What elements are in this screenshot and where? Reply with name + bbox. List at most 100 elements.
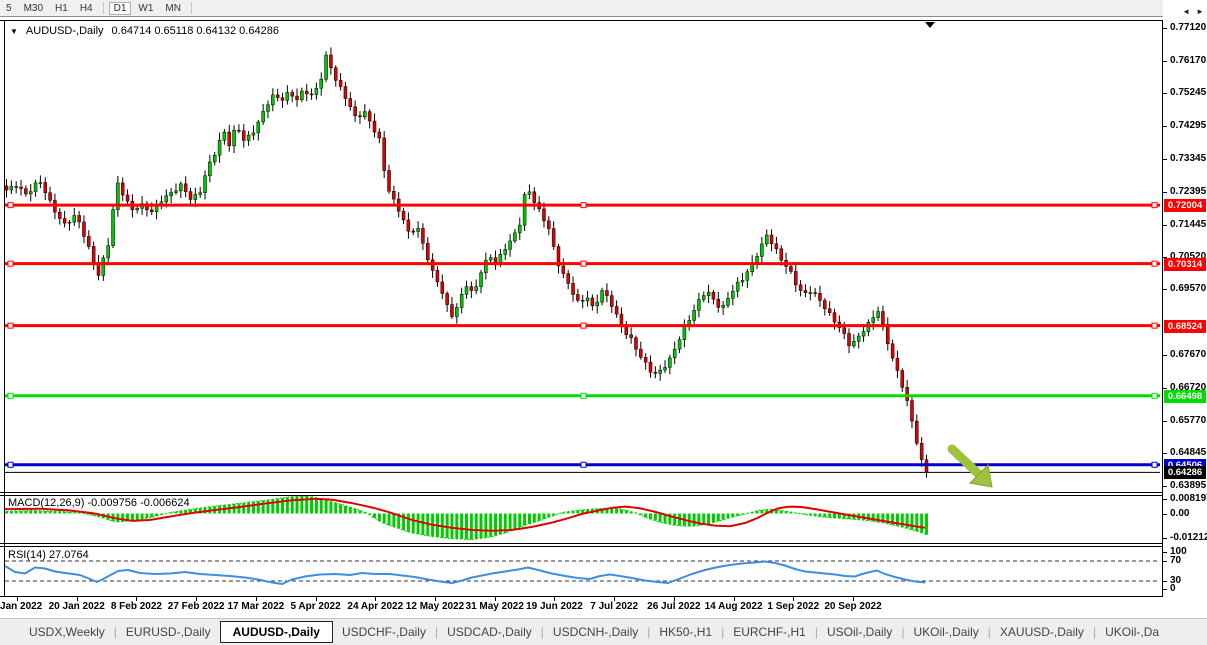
- date-label: 8 Feb 2022: [111, 601, 162, 612]
- price-tick-label: 0.72395: [1170, 186, 1206, 197]
- toolbar-separator: [103, 2, 104, 14]
- macd-label: MACD(12,26,9) -0.009756 -0.006624: [8, 497, 190, 509]
- date-label: 7 Jul 2022: [590, 601, 638, 612]
- rsi-tick-label: 70: [1170, 555, 1181, 566]
- timeframe-button-m30[interactable]: M30: [19, 2, 48, 15]
- price-tick-label: 0.73345: [1170, 153, 1206, 164]
- date-label: 12 May 2022: [406, 601, 464, 612]
- price-tick-label: 0.76170: [1170, 55, 1206, 66]
- axis-tick: [1163, 159, 1167, 160]
- axis-tick: [1163, 289, 1167, 290]
- chart-tab-usdchf-daily[interactable]: USDCHF-,Daily: [333, 622, 435, 642]
- timeframe-toolbar: 5M30H1H4 D1W1MN: [0, 0, 1207, 17]
- chart-tab-usdx-weekly[interactable]: USDX,Weekly: [20, 622, 114, 642]
- symbol-title: AUDUSD-,Daily: [26, 25, 104, 37]
- chart-tab-usdcad-daily[interactable]: USDCAD-,Daily: [438, 622, 541, 642]
- chart-tab-hk50-h1[interactable]: HK50-,H1: [650, 622, 721, 642]
- tab-scroll-left-icon[interactable]: ◄: [1182, 7, 1190, 16]
- level-price-label: 0.72004: [1164, 199, 1206, 212]
- date-label: 2 Jan 2022: [0, 601, 42, 612]
- axis-tick: [1163, 225, 1167, 226]
- axis-tick: [1163, 561, 1167, 562]
- date-label: 31 May 2022: [466, 601, 524, 612]
- price-tick-label: 0.65770: [1170, 415, 1206, 426]
- date-label: 26 Jul 2022: [647, 601, 700, 612]
- chart-title-row: ▼ AUDUSD-,Daily 0.64714 0.65118 0.64132 …: [10, 25, 279, 37]
- ohlc-values: 0.64714 0.65118 0.64132 0.64286: [112, 25, 279, 37]
- hline-0.68524[interactable]: [5, 323, 1160, 328]
- chart-tab-usoil-daily[interactable]: USOil-,Daily: [818, 622, 901, 642]
- chart-tab-usdcnh-daily[interactable]: USDCNH-,Daily: [544, 622, 647, 642]
- date-label: 1 Sep 2022: [767, 601, 819, 612]
- rsi-tick-label: 0: [1170, 583, 1176, 594]
- macd-tick-label: 0.008197: [1170, 493, 1207, 504]
- chart-tab-ukoil-da[interactable]: UKOil-,Da: [1096, 622, 1168, 642]
- main-chart-pane[interactable]: [0, 21, 1163, 492]
- price-tick-label: 0.74295: [1170, 120, 1206, 131]
- timeframe-button-d1[interactable]: D1: [109, 2, 132, 15]
- axis-tick: [1163, 589, 1167, 590]
- level-price-label: 0.70314: [1164, 258, 1206, 271]
- price-tick-label: 0.75245: [1170, 87, 1206, 98]
- level-price-label: 0.68524: [1164, 320, 1206, 333]
- bid-price-label: 0.64286: [1164, 466, 1206, 479]
- timeframe-button-h1[interactable]: H1: [50, 2, 73, 15]
- rsi-label: RSI(14) 27.0764: [8, 549, 89, 561]
- axis-tick: [1163, 421, 1167, 422]
- date-label: 19 Jun 2022: [526, 601, 583, 612]
- chart-shift-marker-icon[interactable]: [925, 22, 935, 28]
- tab-scroll-right-icon[interactable]: ►: [1196, 7, 1204, 16]
- axis-tick: [1163, 453, 1167, 454]
- rsi-line: [5, 562, 925, 585]
- price-tick-label: 0.63895: [1170, 480, 1206, 491]
- hline-0.70314[interactable]: [5, 261, 1160, 266]
- macd-tick-label: 0.00: [1170, 508, 1189, 519]
- axis-tick: [1163, 192, 1167, 193]
- price-tick-label: 0.67670: [1170, 349, 1206, 360]
- price-tick-label: 0.64845: [1170, 447, 1206, 458]
- macd-tick-label: -0.012123: [1170, 532, 1207, 543]
- hline-0.66498[interactable]: [5, 393, 1160, 398]
- date-label: 20 Jan 2022: [49, 601, 105, 612]
- axis-tick: [1163, 355, 1167, 356]
- timeframe-button-w1[interactable]: W1: [133, 2, 158, 15]
- date-label: 27 Feb 2022: [168, 601, 225, 612]
- chart-tab-audusd-daily[interactable]: AUDUSD-,Daily: [220, 621, 333, 643]
- price-axis[interactable]: 0.77120 0.76170 0.75245 0.74295 0.73345 0.723…: [1163, 0, 1207, 645]
- price-tick-label: 0.77120: [1170, 22, 1206, 33]
- chart-tab-xauusd-daily[interactable]: XAUUSD-,Daily: [991, 622, 1093, 642]
- mt4-chart-window: { "toolbar": { "buttons": ["5","M30","H1…: [0, 0, 1207, 645]
- date-label: 5 Apr 2022: [290, 601, 340, 612]
- chart-tab-ukoil-daily[interactable]: UKOil-,Daily: [904, 622, 987, 642]
- axis-tick: [1163, 499, 1167, 500]
- hline-0.72004[interactable]: [5, 203, 1160, 208]
- timeframe-button-5[interactable]: 5: [1, 2, 17, 15]
- axis-tick: [1163, 61, 1167, 62]
- chart-bottom-border[interactable]: [0, 492, 1163, 493]
- price-tick-label: 0.69570: [1170, 283, 1206, 294]
- macd-bottom-border[interactable]: [0, 543, 1163, 544]
- date-axis[interactable]: 2 Jan 2022 20 Jan 2022 8 Feb 2022 27 Feb 20…: [0, 597, 1163, 617]
- tab-scroll-buttons: ◄ ►: [1182, 7, 1204, 16]
- level-price-label: 0.66498: [1164, 390, 1206, 403]
- chart-tabs-bar: USDX,Weekly|EURUSD-,DailyAUDUSD-,DailyUS…: [0, 618, 1207, 645]
- chart-tab-eurchf-h1[interactable]: EURCHF-,H1: [724, 622, 815, 642]
- toolbar-separator: [191, 2, 192, 14]
- date-label: 17 Mar 2022: [227, 601, 284, 612]
- timeframe-button-h4[interactable]: H4: [75, 2, 98, 15]
- price-tick-label: 0.71445: [1170, 219, 1206, 230]
- date-label: 24 Apr 2022: [347, 601, 403, 612]
- axis-tick: [1163, 126, 1167, 127]
- down-arrow-annotation[interactable]: [952, 449, 992, 487]
- axis-tick: [1163, 28, 1167, 29]
- chart-tab-eurusd-daily[interactable]: EURUSD-,Daily: [117, 622, 220, 642]
- timeframe-button-mn[interactable]: MN: [160, 2, 186, 15]
- axis-tick: [1163, 486, 1167, 487]
- symbol-dropdown-icon[interactable]: ▼: [10, 27, 18, 36]
- axis-tick: [1163, 581, 1167, 582]
- axis-tick: [1163, 514, 1167, 515]
- date-label: 14 Aug 2022: [705, 601, 763, 612]
- axis-tick: [1163, 538, 1167, 539]
- axis-tick: [1163, 93, 1167, 94]
- rsi-pane[interactable]: [0, 547, 1163, 596]
